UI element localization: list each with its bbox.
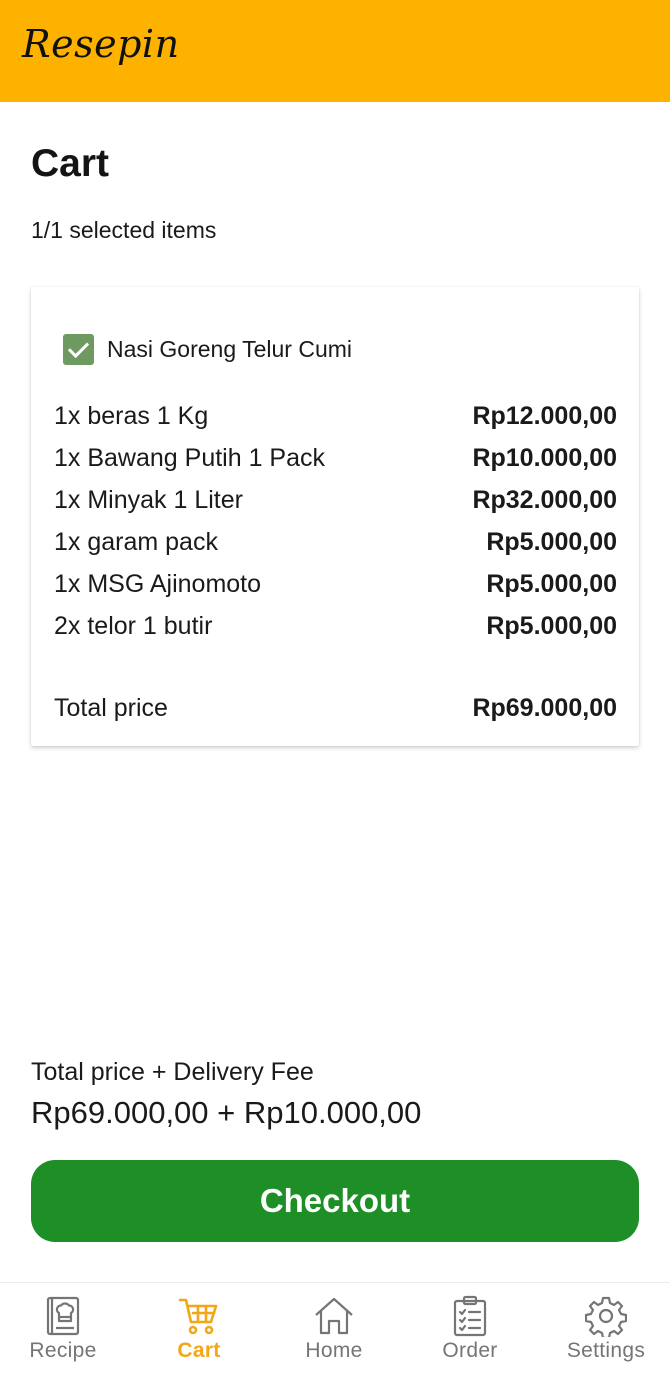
list-item: 1x beras 1 Kg Rp12.000,00 — [54, 395, 617, 437]
nav-item-home[interactable]: Home — [284, 1295, 384, 1363]
home-icon — [315, 1297, 353, 1335]
page-title: Cart — [31, 142, 110, 185]
item-name: 1x Bawang Putih 1 Pack — [54, 444, 325, 472]
selected-items-count: 1/1 selected items — [31, 217, 217, 243]
list-item: 1x garam pack Rp5.000,00 — [54, 521, 617, 563]
list-item: 1x Bawang Putih 1 Pack Rp10.000,00 — [54, 437, 617, 479]
nav-label: Home — [305, 1339, 363, 1362]
recipe-name: Nasi Goreng Telur Cumi — [107, 336, 353, 362]
item-price: Rp5.000,00 — [486, 528, 617, 556]
nav-label: Recipe — [29, 1339, 97, 1362]
app-logo: Resepin — [22, 22, 180, 66]
app-bar: Resepin — [0, 0, 670, 102]
cart-recipe-card: Nasi Goreng Telur Cumi 1x beras 1 Kg Rp1… — [31, 287, 639, 746]
nav-item-cart[interactable]: Cart — [149, 1295, 249, 1363]
item-name: 1x beras 1 Kg — [54, 402, 209, 430]
delivery-fee-value: Rp69.000,00 + Rp10.000,00 — [31, 1095, 422, 1130]
recipe-header: Nasi Goreng Telur Cumi — [63, 334, 352, 365]
item-name: 1x Minyak 1 Liter — [54, 486, 243, 514]
nav-item-recipe[interactable]: Recipe — [13, 1295, 113, 1363]
order-clipboard-icon — [453, 1295, 487, 1337]
delivery-fee-label: Total price + Delivery Fee — [31, 1058, 314, 1086]
list-item: 1x MSG Ajinomoto Rp5.000,00 — [54, 563, 617, 605]
item-name: 1x garam pack — [54, 528, 218, 556]
nav-label: Settings — [566, 1339, 646, 1362]
nav-item-order[interactable]: Order — [420, 1295, 520, 1363]
recipe-total-row: Total price Rp69.000,00 — [54, 688, 617, 728]
recipe-checkbox[interactable] — [63, 334, 94, 365]
total-price-label: Total price — [54, 694, 168, 722]
nav-label: Cart — [177, 1339, 221, 1362]
ingredient-list: 1x beras 1 Kg Rp12.000,00 1x Bawang Puti… — [54, 395, 617, 647]
total-price-value: Rp69.000,00 — [472, 694, 617, 722]
list-item: 2x telor 1 butir Rp5.000,00 — [54, 605, 617, 647]
bottom-navigation: Recipe Cart Home Order Settings — [0, 1282, 670, 1380]
item-price: Rp10.000,00 — [472, 444, 617, 472]
item-name: 2x telor 1 butir — [54, 612, 213, 640]
item-price: Rp12.000,00 — [472, 402, 617, 430]
list-item: 1x Minyak 1 Liter Rp32.000,00 — [54, 479, 617, 521]
item-price: Rp5.000,00 — [486, 612, 617, 640]
nav-item-settings[interactable]: Settings — [556, 1295, 656, 1363]
item-price: Rp5.000,00 — [486, 570, 617, 598]
nav-label: Order — [442, 1339, 498, 1362]
checkout-button[interactable]: Checkout — [31, 1160, 639, 1242]
recipe-book-icon — [46, 1296, 80, 1336]
gear-icon — [585, 1296, 627, 1337]
cart-icon — [178, 1298, 218, 1335]
item-price: Rp32.000,00 — [472, 486, 617, 514]
item-name: 1x MSG Ajinomoto — [54, 570, 262, 598]
